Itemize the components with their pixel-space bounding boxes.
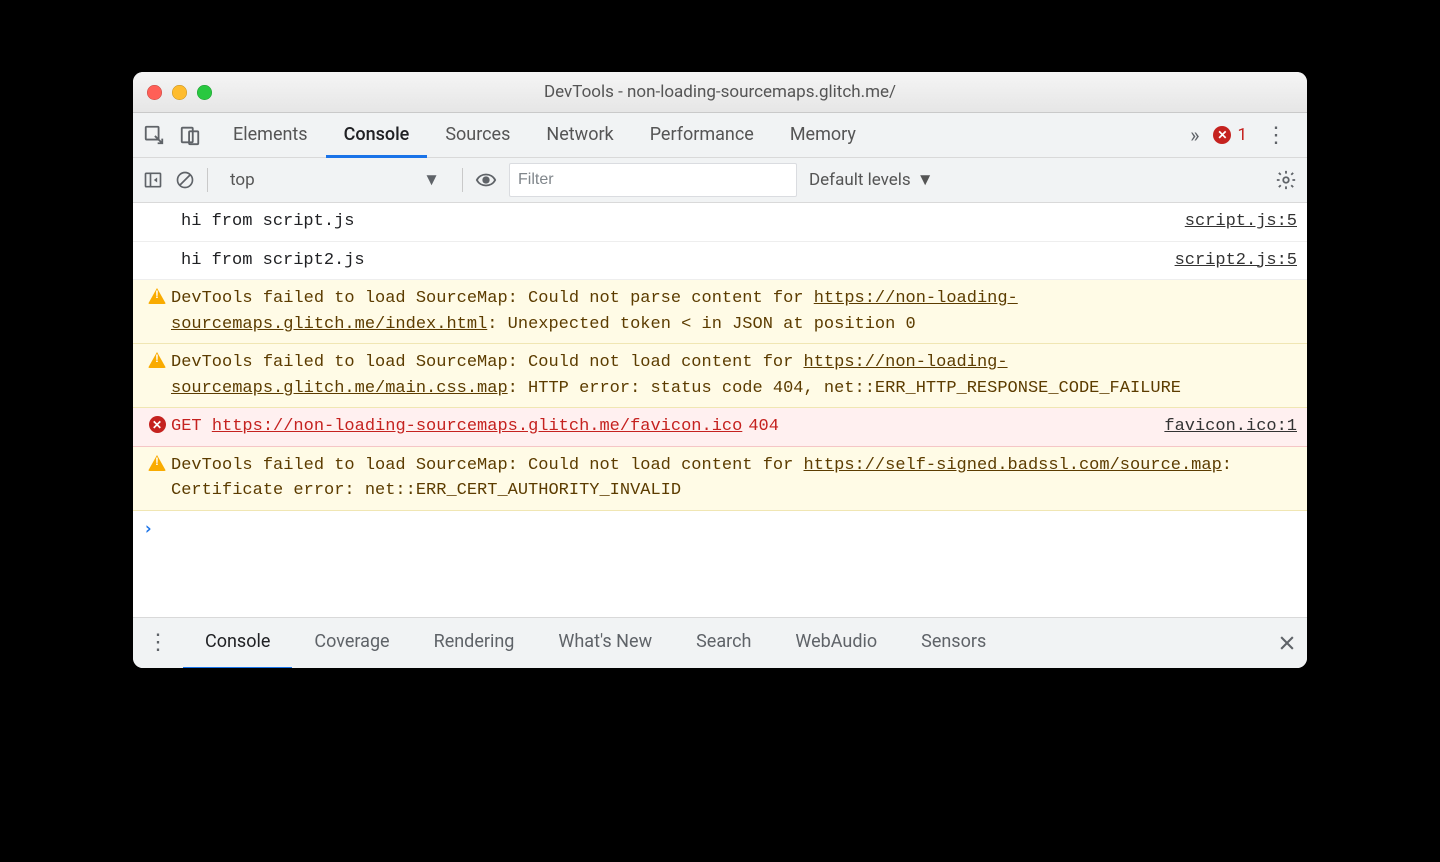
console-messages: hi from script.js script.js:5 hi from sc…	[133, 203, 1307, 617]
levels-label: Default levels	[809, 170, 911, 190]
divider	[207, 168, 208, 192]
more-tabs-icon[interactable]: »	[1190, 123, 1199, 147]
tab-label: What's New	[558, 631, 652, 652]
drawer-tab-webaudio[interactable]: WebAudio	[773, 617, 899, 668]
console-log-row: hi from script.js script.js:5	[133, 203, 1307, 242]
drawer-tab-sensors[interactable]: Sensors	[899, 617, 1008, 668]
message-text: hi from script.js	[171, 209, 1171, 235]
tab-label: Sources	[445, 124, 510, 145]
tab-label: Performance	[650, 124, 754, 145]
tab-label: Sensors	[921, 631, 986, 652]
clear-console-icon[interactable]	[175, 170, 195, 190]
error-count-badge[interactable]: ✕ 1	[1213, 125, 1247, 145]
tab-label: Rendering	[434, 631, 515, 652]
message-gutter	[143, 248, 171, 250]
tab-console[interactable]: Console	[326, 113, 428, 158]
console-filter-input[interactable]	[509, 163, 797, 197]
message-text: hi from script2.js	[171, 248, 1161, 274]
drawer-menu-icon[interactable]: ⋮	[143, 630, 173, 655]
message-text: DevTools failed to load SourceMap: Could…	[171, 286, 1297, 337]
console-toolbar: top ▼ Default levels ▼	[133, 158, 1307, 203]
close-drawer-icon[interactable]	[1277, 633, 1297, 653]
tab-label: Console	[344, 124, 410, 145]
error-count: 1	[1237, 125, 1247, 145]
tab-label: WebAudio	[795, 631, 877, 652]
drawer-tabs: ⋮ Console Coverage Rendering What's New …	[133, 617, 1307, 668]
drawer-tab-rendering[interactable]: Rendering	[412, 617, 537, 668]
tab-label: Elements	[233, 124, 308, 145]
window-title: DevTools - non-loading-sourcemaps.glitch…	[133, 82, 1307, 102]
console-warning-row: DevTools failed to load SourceMap: Could…	[133, 280, 1307, 344]
devtools-window: DevTools - non-loading-sourcemaps.glitch…	[133, 72, 1307, 668]
drawer-tab-search[interactable]: Search	[674, 617, 773, 668]
drawer-tab-whats-new[interactable]: What's New	[536, 617, 674, 668]
prompt-chevron-icon: ›	[143, 519, 153, 539]
message-source-link[interactable]: script.js:5	[1185, 209, 1297, 235]
devtools-tabs: Elements Console Sources Network Perform…	[133, 113, 1307, 158]
tab-elements[interactable]: Elements	[215, 113, 326, 158]
live-expression-icon[interactable]	[475, 169, 497, 191]
message-text: DevTools failed to load SourceMap: Could…	[171, 350, 1297, 401]
tab-performance[interactable]: Performance	[632, 113, 772, 158]
chevron-down-icon: ▼	[917, 170, 934, 190]
request-url-link[interactable]: https://non-loading-sourcemaps.glitch.me…	[212, 417, 743, 436]
message-text: DevTools failed to load SourceMap: Could…	[171, 453, 1297, 504]
console-settings-icon[interactable]	[1275, 169, 1297, 191]
blank-area	[133, 547, 1307, 617]
context-name: top	[230, 170, 255, 190]
divider	[462, 168, 463, 192]
close-window-button[interactable]	[147, 85, 162, 100]
console-error-row: ✕ GET https://non-loading-sourcemaps.gli…	[133, 408, 1307, 447]
error-icon: ✕	[1213, 126, 1231, 144]
console-warning-row: DevTools failed to load SourceMap: Could…	[133, 447, 1307, 511]
console-warning-row: DevTools failed to load SourceMap: Could…	[133, 344, 1307, 408]
console-log-row: hi from script2.js script2.js:5	[133, 242, 1307, 281]
warning-icon	[143, 286, 171, 304]
tab-sources[interactable]: Sources	[427, 113, 528, 158]
http-status: 404	[748, 417, 779, 436]
http-method: GET	[171, 417, 202, 436]
titlebar: DevTools - non-loading-sourcemaps.glitch…	[133, 72, 1307, 113]
tab-label: Search	[696, 631, 751, 652]
message-text: GET https://non-loading-sourcemaps.glitc…	[171, 414, 1150, 440]
warning-icon	[143, 350, 171, 368]
drawer-tab-console[interactable]: Console	[183, 617, 292, 668]
error-icon: ✕	[143, 414, 171, 433]
inspect-element-icon[interactable]	[143, 124, 165, 146]
console-prompt[interactable]: ›	[133, 511, 1307, 547]
message-source-link[interactable]: script2.js:5	[1175, 248, 1297, 274]
message-source-link[interactable]: favicon.ico:1	[1164, 414, 1297, 440]
device-toolbar-icon[interactable]	[179, 124, 201, 146]
tab-label: Network	[546, 124, 613, 145]
settings-menu-icon[interactable]: ⋮	[1261, 123, 1291, 148]
warning-icon	[143, 453, 171, 471]
sourcemap-url-link[interactable]: https://self-signed.badssl.com/source.ma…	[804, 456, 1222, 475]
tab-memory[interactable]: Memory	[772, 113, 874, 158]
log-levels-select[interactable]: Default levels ▼	[809, 170, 934, 190]
toggle-sidebar-icon[interactable]	[143, 170, 163, 190]
tab-label: Coverage	[314, 631, 389, 652]
drawer-tab-coverage[interactable]: Coverage	[292, 617, 411, 668]
chevron-down-icon: ▼	[423, 170, 440, 190]
tab-label: Memory	[790, 124, 856, 145]
minimize-window-button[interactable]	[172, 85, 187, 100]
window-controls	[147, 85, 212, 100]
execution-context-select[interactable]: top ▼	[220, 170, 450, 190]
message-gutter	[143, 209, 171, 211]
tab-network[interactable]: Network	[528, 113, 631, 158]
zoom-window-button[interactable]	[197, 85, 212, 100]
tab-label: Console	[205, 631, 270, 652]
